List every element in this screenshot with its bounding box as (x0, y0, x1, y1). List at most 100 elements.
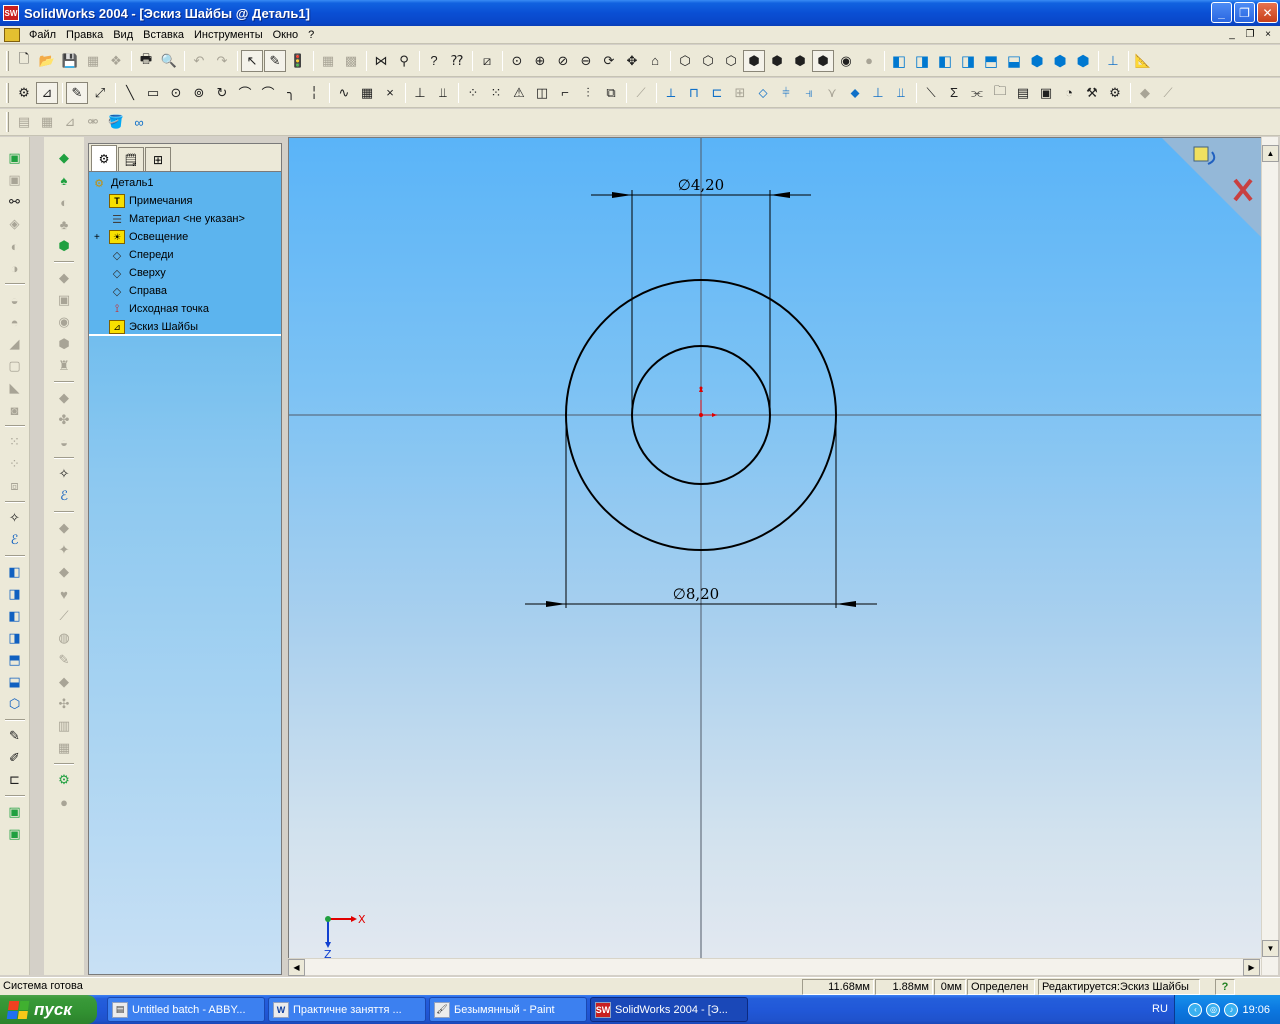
edit-sketch-icon[interactable]: ✎ (264, 49, 286, 72)
add-relation-icon[interactable]: ⟂ (660, 82, 682, 104)
menu-window[interactable]: Окно (268, 29, 304, 41)
zoom-selection-icon[interactable]: ⊖ (575, 50, 597, 72)
toolbox-icon[interactable]: ⚙ (1104, 82, 1126, 104)
zoom-area-icon[interactable]: ⊕ (529, 50, 551, 72)
property-manager-icon[interactable]: 🗒 (118, 147, 144, 171)
mid-surface-icon[interactable]: ♜ (53, 355, 75, 377)
rectangle-icon[interactable]: ▭ (142, 82, 164, 104)
clock[interactable]: 19:06 (1242, 1004, 1270, 1016)
horizontal-scrollbar[interactable]: ◀ ▶ (288, 958, 1261, 976)
isometric-view-icon[interactable]: ⬢ (1026, 50, 1048, 72)
zoom-to-fit-icon[interactable]: ⊙ (506, 50, 528, 72)
sketch-edit-icon[interactable]: ✎ (4, 725, 26, 747)
select-arrow-icon[interactable]: ↖ (241, 49, 263, 72)
undo-icon[interactable]: ↶ (188, 50, 210, 72)
new-document-icon[interactable]: 🗋 (13, 50, 35, 72)
tangent-relation-icon[interactable]: ⋎ (821, 82, 843, 104)
view-iso-icon[interactable]: ⬡ (4, 693, 26, 715)
pin-icon[interactable]: ⟋ (1157, 82, 1179, 104)
split-entities-icon[interactable]: ⫶ (577, 82, 599, 104)
bottom-view-icon[interactable]: ⬓ (1003, 50, 1025, 72)
view-top-icon[interactable]: ⬒ (4, 649, 26, 671)
open-folder-icon[interactable]: 📂 (36, 50, 58, 72)
shaded-icon[interactable]: ⬢ (766, 50, 788, 72)
view-front-icon[interactable]: ◧ (4, 561, 26, 583)
fill-surface-icon[interactable]: ⬢ (53, 333, 75, 355)
sweep-icon[interactable]: ⚯ (4, 191, 26, 213)
knit-surface-icon[interactable]: ◆ (53, 267, 75, 289)
trim-icon[interactable]: ⊥ (409, 82, 431, 104)
tree-item-right-plane[interactable]: ◇ Справа (89, 282, 281, 300)
view-left-icon[interactable]: ◧ (4, 605, 26, 627)
make-assembly-icon[interactable]: ❖ (105, 50, 127, 72)
outer-diameter-label[interactable]: ∅8,20 (673, 585, 719, 603)
realview-icon[interactable]: ◉ (835, 50, 857, 72)
perspective-icon[interactable]: ⬢ (812, 49, 834, 72)
ordinate-dimension-icon[interactable]: ⊞ (729, 82, 751, 104)
scale-icon[interactable]: ◆ (53, 671, 75, 693)
move-entities-icon[interactable]: ⧉ (600, 82, 622, 104)
snap-grid-icon[interactable]: ▩ (340, 50, 362, 72)
parting-line-icon[interactable]: ✦ (53, 539, 75, 561)
scan-equal-icon[interactable]: ⬥ (844, 82, 866, 104)
print-preview-icon[interactable]: 🔍 (158, 50, 180, 72)
tree-item-top-plane[interactable]: ◇ Сверху (89, 264, 281, 282)
extrude-boss-icon[interactable]: ▣ (4, 147, 26, 169)
configuration-manager-icon[interactable]: ⊞ (145, 147, 171, 171)
maximize-button[interactable]: ❐ (1234, 2, 1255, 23)
taskbar-button-solidworks[interactable]: SW SolidWorks 2004 - [Э... (590, 997, 748, 1022)
status-help-icon[interactable]: ? (1215, 979, 1235, 995)
mirror-icon[interactable]: ⚠ (508, 82, 530, 104)
language-indicator[interactable]: RU (1152, 1003, 1168, 1015)
menu-edit[interactable]: Правка (61, 29, 108, 41)
hidden-lines-removed-icon[interactable]: ⬡ (720, 50, 742, 72)
shaded-with-edges-icon[interactable]: ⬢ (743, 49, 765, 72)
feature-dropdown-icon[interactable]: ⚙ (13, 82, 35, 104)
menu-tools[interactable]: Инструменты (189, 29, 268, 41)
scroll-right-arrow-icon[interactable]: ▶ (1243, 959, 1260, 976)
convert-entities-icon[interactable]: ⌐ (554, 82, 576, 104)
wireframe-icon[interactable]: ⬡ (674, 50, 696, 72)
doc-restore-button[interactable]: ❐ (1242, 27, 1258, 41)
doc-close-button[interactable]: × (1260, 27, 1276, 41)
taskbar-button-paint[interactable]: 🖌 Безымянный - Paint (429, 997, 587, 1022)
taskbar-button-abbyy[interactable]: ▤ Untitled batch - ABBY... (107, 997, 265, 1022)
sketch-3d-icon[interactable]: ✐ (4, 747, 26, 769)
tray-network-icon[interactable]: ◎ (1206, 1002, 1221, 1017)
annotation-note-icon[interactable]: ⟍ (920, 82, 942, 104)
revolve-surface-icon[interactable]: ♠ (53, 169, 75, 191)
parting-surface-icon[interactable]: ♥ (53, 583, 75, 605)
curves-icon[interactable]: ℰ (4, 529, 26, 551)
vertical-dimension-icon[interactable]: ⊏ (706, 82, 728, 104)
pan-icon[interactable]: ✥ (621, 50, 643, 72)
rotate-view-icon[interactable]: ⟳ (598, 50, 620, 72)
sketch-pencil-icon[interactable]: ✎ (66, 81, 88, 104)
linear-pattern-feature-icon[interactable]: ⁙ (4, 431, 26, 453)
graphics-area[interactable]: ∅4,20 ∅8,20 X Z (288, 137, 1261, 958)
view-bottom-icon[interactable]: ⬓ (4, 671, 26, 693)
solidworks-menu-icon[interactable] (4, 27, 20, 42)
point-icon[interactable]: × (379, 82, 401, 104)
expand-plus-icon[interactable]: + (94, 232, 100, 243)
scroll-up-arrow-icon[interactable]: ▲ (1262, 145, 1279, 162)
curve-icon[interactable]: ∞ (128, 111, 150, 133)
tree-item-material[interactable]: ☰ Материал <не указан> (89, 210, 281, 228)
construction-geometry-icon[interactable]: ⟋ (630, 82, 652, 104)
minimize-button[interactable]: _ (1211, 2, 1232, 23)
smart-dimension-icon[interactable]: ⤢ (89, 82, 111, 104)
design-table-icon[interactable]: ▤ (1012, 82, 1034, 104)
linear-pattern-icon[interactable]: ⁙ (485, 82, 507, 104)
tree-item-part[interactable]: ⚙ Деталь1 (89, 174, 281, 192)
menu-help[interactable]: ? (303, 29, 319, 41)
centerpoint-arc-icon[interactable]: ↻ (211, 82, 233, 104)
timer-icon[interactable]: ◔ (1058, 82, 1080, 104)
trimetric-view-icon[interactable]: ⬢ (1049, 50, 1071, 72)
assembly-mate-icon[interactable]: ▣ (4, 823, 26, 845)
solidworks-app-icon[interactable]: SW (3, 5, 19, 21)
feature-works-icon[interactable]: ⚙ (53, 769, 75, 791)
whats-this-icon[interactable]: ⁇ (446, 50, 468, 72)
loft-surface-icon[interactable]: ♣ (53, 213, 75, 235)
reference-point-dropdown-icon[interactable]: ✧ (53, 463, 75, 485)
revolve-boss-icon[interactable]: ▣ (4, 169, 26, 191)
equations-icon[interactable]: ⫘ (966, 82, 988, 104)
